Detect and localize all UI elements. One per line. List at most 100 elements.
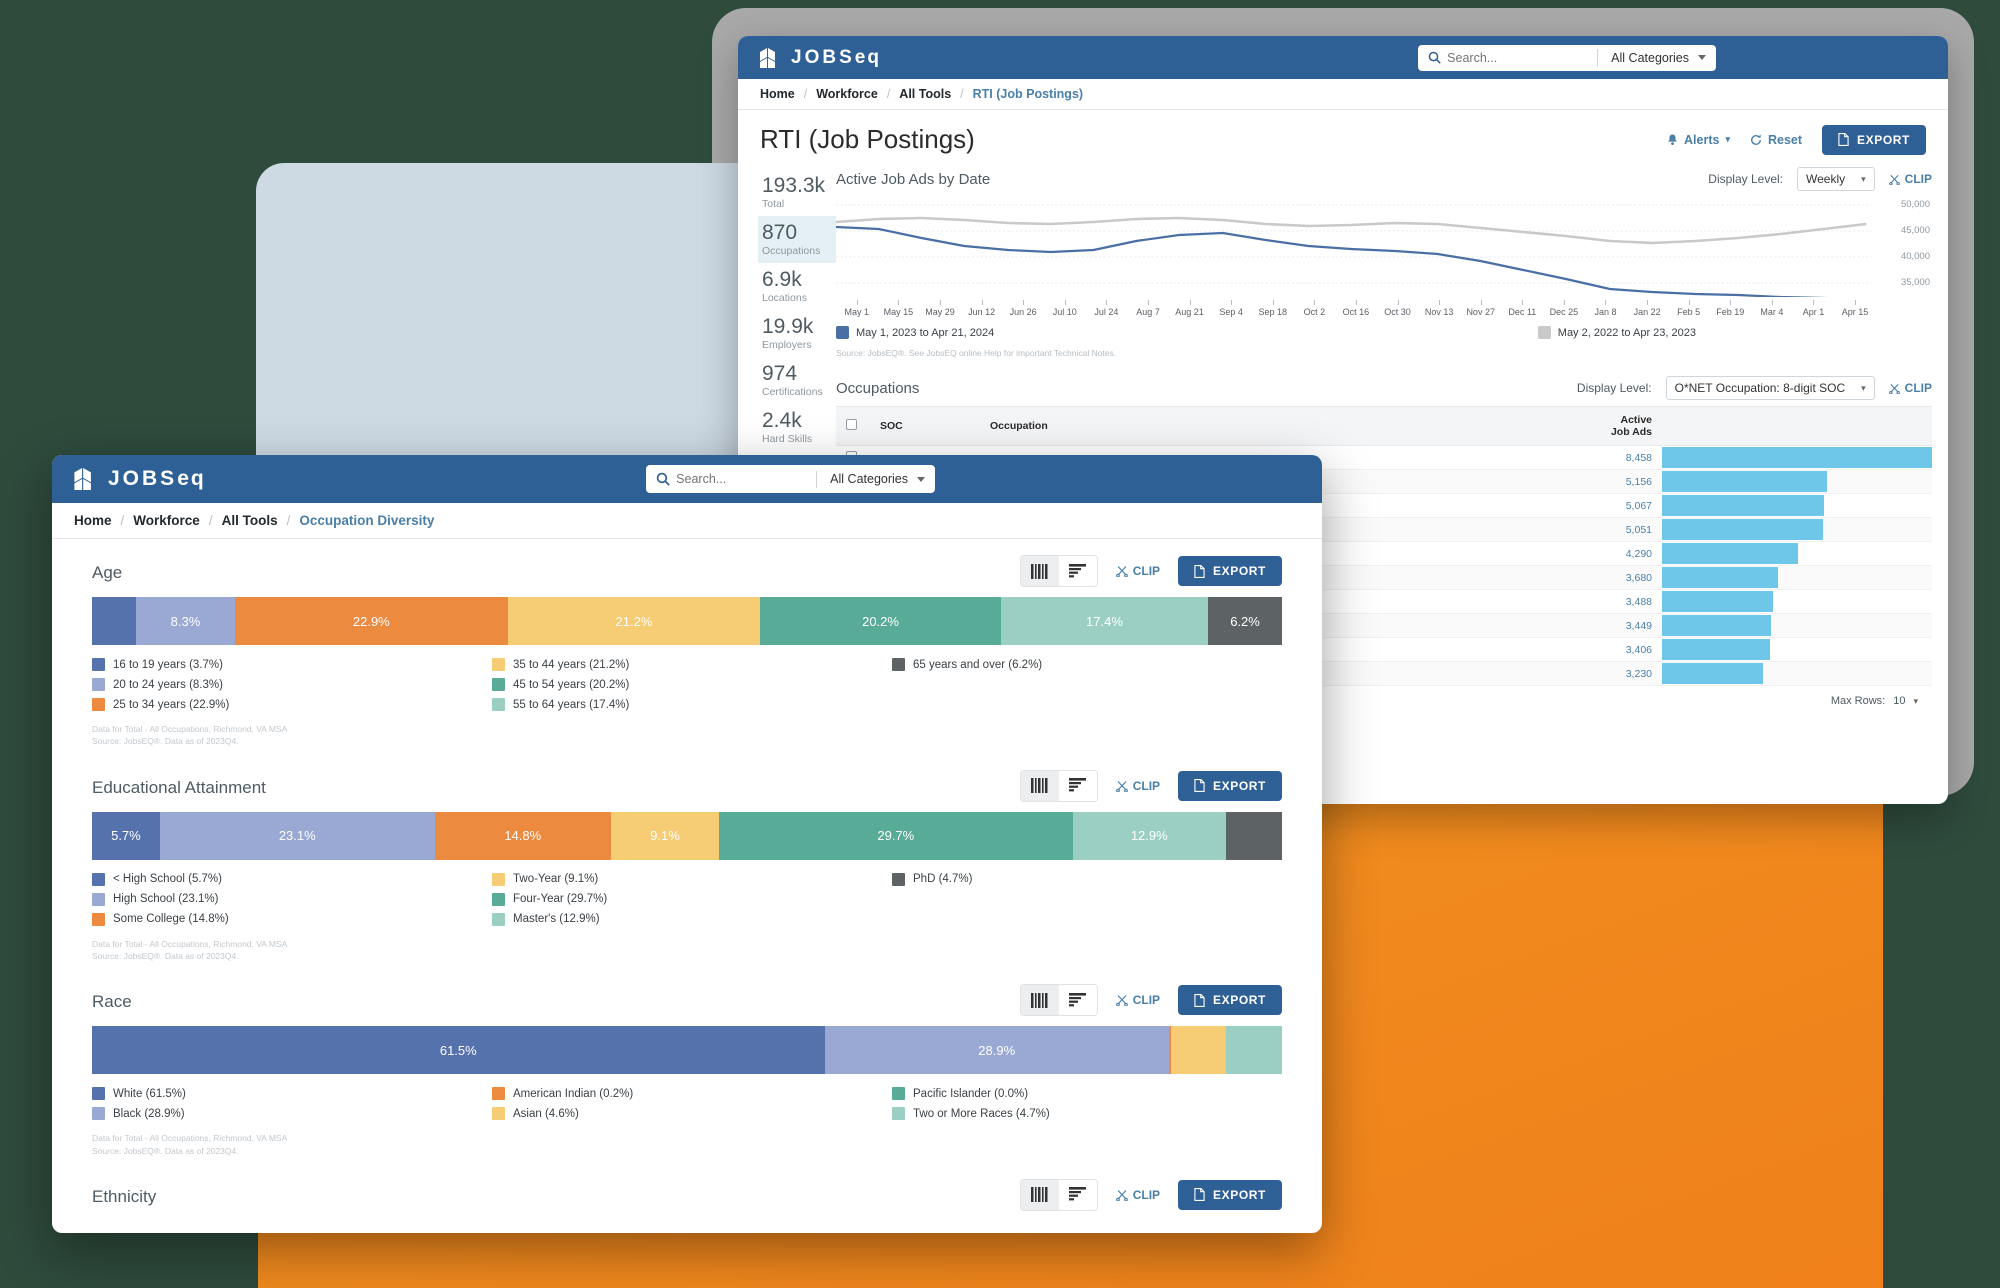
column-chart-toggle[interactable] bbox=[1020, 556, 1059, 586]
legend-label: 55 to 64 years (17.4%) bbox=[513, 698, 630, 711]
legend-item[interactable]: 65 years and over (6.2%) bbox=[892, 658, 1282, 671]
breadcrumb-home[interactable]: Home bbox=[760, 87, 795, 101]
legend-item[interactable]: Two or More Races (4.7%) bbox=[892, 1107, 1282, 1121]
column-chart-icon bbox=[1031, 992, 1048, 1008]
stat-occupations[interactable]: 870 Occupations bbox=[758, 216, 836, 264]
legend-item[interactable]: Four-Year (29.7%) bbox=[492, 892, 882, 906]
column-chart-toggle[interactable] bbox=[1020, 770, 1059, 801]
diversity-search-box[interactable]: All Categories bbox=[646, 465, 935, 493]
stat-employers[interactable]: 19.9k Employers bbox=[758, 310, 836, 357]
legend-label: 25 to 34 years (22.9%) bbox=[113, 698, 230, 711]
legend-item[interactable]: High School (23.1%) bbox=[92, 892, 482, 906]
stacked-bar-segment[interactable]: 28.9% bbox=[824, 1026, 1169, 1075]
stacked-bar-segment[interactable]: 17.4% bbox=[1000, 597, 1209, 645]
legend-item[interactable]: 25 to 34 years (22.9%) bbox=[92, 698, 482, 711]
export-button[interactable]: EXPORT bbox=[1178, 1179, 1282, 1210]
bell-icon bbox=[1668, 134, 1677, 145]
stat-certifications[interactable]: 974 Certifications bbox=[758, 357, 836, 404]
stacked-bar-segment[interactable]: 14.8% bbox=[434, 811, 611, 860]
search-input[interactable] bbox=[676, 472, 817, 486]
stat-total[interactable]: 193.3k Total bbox=[758, 169, 836, 216]
stat-hard-skills[interactable]: 2.4k Hard Skills bbox=[758, 404, 836, 451]
stacked-bar-segment[interactable]: 20.2% bbox=[760, 597, 1001, 645]
breadcrumb-all-tools[interactable]: All Tools bbox=[899, 87, 951, 101]
legend-item[interactable]: Some College (14.8%) bbox=[92, 912, 482, 926]
display-level-select[interactable]: Weekly ▾ bbox=[1797, 167, 1875, 191]
checkbox-icon[interactable] bbox=[846, 419, 857, 430]
search-category-label[interactable]: All Categories bbox=[1598, 51, 1698, 65]
breadcrumb-all-tools[interactable]: All Tools bbox=[222, 513, 278, 528]
column-chart-toggle[interactable] bbox=[1020, 1179, 1059, 1210]
legend-label: 65 years and over (6.2%) bbox=[913, 658, 1043, 671]
x-tick: Apr 15 bbox=[1834, 300, 1876, 317]
legend-item[interactable]: 20 to 24 years (8.3%) bbox=[92, 678, 482, 691]
legend-item[interactable]: Pacific Islander (0.0%) bbox=[892, 1087, 1282, 1101]
bar-chart-toggle[interactable] bbox=[1058, 770, 1097, 801]
search-category-label[interactable]: All Categories bbox=[817, 472, 917, 486]
section-footnote: Data for Total - All Occupations, Richmo… bbox=[92, 723, 1282, 748]
jobseq-logo[interactable]: JOBSeq bbox=[760, 47, 881, 69]
jobseq-logo[interactable]: JOBSeq bbox=[74, 467, 206, 491]
stacked-bar-segment[interactable] bbox=[1225, 1026, 1282, 1075]
stacked-bar-segment[interactable] bbox=[92, 597, 137, 645]
chevron-down-icon[interactable] bbox=[1698, 55, 1706, 60]
stacked-bar-segment[interactable] bbox=[1171, 1026, 1226, 1075]
alerts-button[interactable]: Alerts ▾ bbox=[1667, 133, 1730, 147]
col-soc[interactable]: SOC bbox=[870, 406, 980, 446]
bar-chart-toggle[interactable] bbox=[1058, 556, 1097, 586]
legend-item[interactable]: < High School (5.7%) bbox=[92, 872, 482, 886]
occupation-level-select[interactable]: O*NET Occupation: 8-digit SOC ▾ bbox=[1665, 376, 1875, 400]
stacked-bar-segment[interactable]: 5.7% bbox=[92, 811, 160, 860]
chevron-down-icon[interactable] bbox=[917, 476, 925, 482]
clip-button[interactable]: CLIP bbox=[1888, 172, 1932, 186]
legend-item[interactable]: Two-Year (9.1%) bbox=[492, 872, 882, 886]
stacked-bar-segment[interactable] bbox=[1226, 811, 1282, 860]
bar-chart-toggle[interactable] bbox=[1058, 1179, 1097, 1210]
export-button[interactable]: EXPORT bbox=[1178, 556, 1282, 586]
clip-button[interactable]: CLIP bbox=[1888, 381, 1932, 395]
clip-button[interactable]: CLIP bbox=[1115, 993, 1160, 1007]
stacked-bar-segment[interactable]: 22.9% bbox=[234, 597, 508, 645]
breadcrumb-workforce[interactable]: Workforce bbox=[133, 513, 200, 528]
max-rows-value[interactable]: 10 bbox=[1893, 695, 1905, 707]
col-occupation[interactable]: Occupation bbox=[980, 406, 1576, 446]
legend-item[interactable]: 55 to 64 years (17.4%) bbox=[492, 698, 882, 711]
legend-item[interactable]: Master's (12.9%) bbox=[492, 912, 882, 926]
stacked-bar-segment[interactable]: 21.2% bbox=[507, 597, 761, 645]
clip-button[interactable]: CLIP bbox=[1115, 564, 1160, 578]
stacked-bar-segment[interactable]: 12.9% bbox=[1072, 811, 1227, 860]
x-tick: Jan 22 bbox=[1626, 300, 1668, 317]
export-button[interactable]: EXPORT bbox=[1178, 770, 1282, 801]
legend-item[interactable]: PhD (4.7%) bbox=[892, 872, 1282, 886]
export-button[interactable]: EXPORT bbox=[1178, 985, 1282, 1016]
search-input[interactable] bbox=[1447, 50, 1598, 65]
breadcrumb-workforce[interactable]: Workforce bbox=[816, 87, 878, 101]
stacked-bar-segment[interactable]: 6.2% bbox=[1208, 597, 1282, 645]
rti-search-box[interactable]: All Categories bbox=[1418, 44, 1716, 71]
chevron-down-icon[interactable]: ▾ bbox=[1913, 696, 1918, 707]
legend-item[interactable]: 45 to 54 years (20.2%) bbox=[492, 678, 882, 691]
clip-button[interactable]: CLIP bbox=[1115, 1188, 1160, 1202]
legend-item[interactable]: 35 to 44 years (21.2%) bbox=[492, 658, 882, 671]
stat-locations[interactable]: 6.9k Locations bbox=[758, 263, 836, 310]
stacked-bar-segment[interactable]: 9.1% bbox=[610, 811, 720, 860]
reset-button[interactable]: Reset bbox=[1750, 133, 1802, 147]
row-active-job-ads: 8,458 bbox=[1576, 445, 1662, 470]
stacked-bar-segment[interactable]: 29.7% bbox=[719, 811, 1073, 860]
bar-chart-toggle[interactable] bbox=[1058, 985, 1097, 1016]
breadcrumb-home[interactable]: Home bbox=[74, 513, 112, 528]
col-active-job-ads[interactable]: Active Job Ads bbox=[1576, 406, 1662, 446]
clip-button[interactable]: CLIP bbox=[1115, 779, 1160, 793]
column-chart-toggle[interactable] bbox=[1020, 985, 1059, 1016]
select-all-header[interactable] bbox=[836, 406, 870, 446]
legend-item[interactable]: Black (28.9%) bbox=[92, 1107, 482, 1121]
legend-item[interactable]: Asian (4.6%) bbox=[492, 1107, 882, 1121]
stacked-bar-segment[interactable]: 61.5% bbox=[92, 1026, 825, 1075]
legend-item[interactable]: 16 to 19 years (3.7%) bbox=[92, 658, 482, 671]
stacked-bar-segment[interactable]: 8.3% bbox=[136, 597, 235, 645]
stacked-bar-segment[interactable]: 23.1% bbox=[159, 811, 435, 860]
legend-item[interactable]: American Indian (0.2%) bbox=[492, 1087, 882, 1101]
x-tick: Jul 10 bbox=[1044, 300, 1086, 317]
legend-item[interactable]: White (61.5%) bbox=[92, 1087, 482, 1101]
export-button[interactable]: EXPORT bbox=[1822, 124, 1926, 155]
